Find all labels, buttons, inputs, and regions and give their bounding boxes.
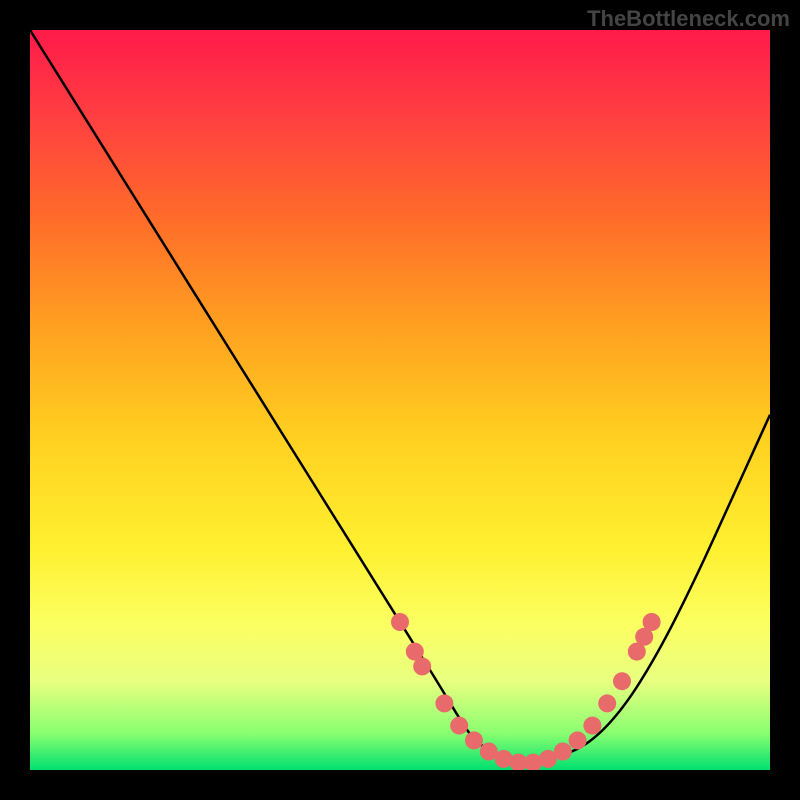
data-marker xyxy=(643,613,661,631)
watermark-text: TheBottleneck.com xyxy=(587,6,790,32)
chart-overlay xyxy=(30,30,770,770)
data-markers xyxy=(391,613,661,770)
data-marker xyxy=(613,672,631,690)
bottleneck-curve xyxy=(30,30,770,762)
data-marker xyxy=(413,657,431,675)
data-marker xyxy=(598,694,616,712)
data-marker xyxy=(465,731,483,749)
data-marker xyxy=(450,717,468,735)
data-marker xyxy=(569,731,587,749)
data-marker xyxy=(583,717,601,735)
data-marker xyxy=(391,613,409,631)
chart-container: TheBottleneck.com xyxy=(0,0,800,800)
data-marker xyxy=(554,743,572,761)
data-marker xyxy=(435,694,453,712)
